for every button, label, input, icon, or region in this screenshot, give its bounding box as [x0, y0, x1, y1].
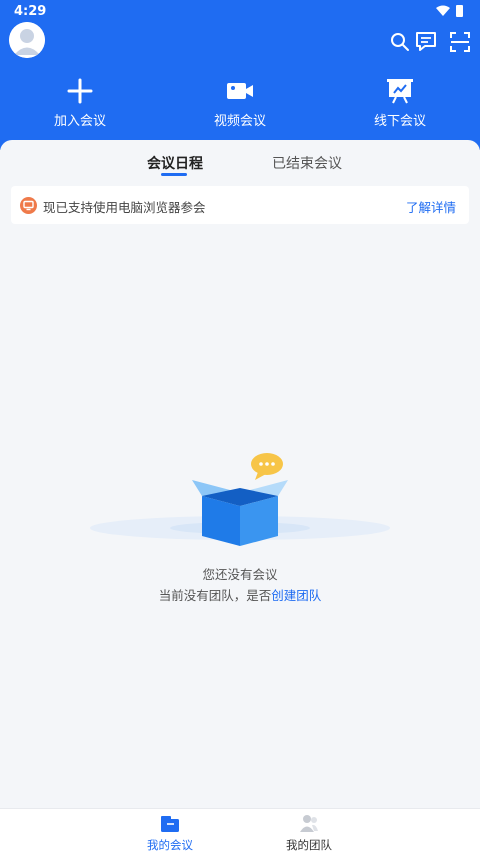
nav-my-team-label: 我的团队 — [286, 838, 332, 852]
join-meeting-button[interactable]: 加入会议 — [25, 78, 135, 130]
nav-my-meetings-label: 我的会议 — [147, 838, 193, 852]
nav-my-meetings[interactable]: 我的会议 — [125, 809, 215, 854]
app-header: 4:29 加入会议 视频会议 线下会议 — [0, 0, 480, 150]
message-icon[interactable] — [414, 30, 438, 54]
learn-more-link[interactable]: 了解详情 — [406, 197, 456, 216]
video-camera-icon — [227, 83, 253, 99]
empty-state-subtitle-text: 当前没有团队，是否 — [158, 588, 272, 603]
empty-state-subtitle: 当前没有团队，是否创建团队 — [0, 585, 480, 604]
tab-ended-meetings[interactable]: 已结束会议 — [272, 153, 342, 173]
browser-notice-banner: 现已支持使用电脑浏览器参会 了解详情 — [11, 186, 469, 224]
search-icon[interactable] — [388, 30, 412, 54]
bottom-navigation: 我的会议 我的团队 — [0, 808, 480, 854]
quick-actions: 加入会议 视频会议 线下会议 — [0, 78, 480, 130]
tab-meeting-schedule[interactable]: 会议日程 — [147, 153, 203, 173]
scan-icon[interactable] — [448, 30, 472, 54]
empty-box-illustration — [90, 453, 390, 546]
video-meeting-button[interactable]: 视频会议 — [185, 78, 295, 130]
status-bar: 4:29 — [0, 0, 480, 22]
active-tab-indicator — [161, 173, 187, 176]
empty-state-title: 您还没有会议 — [202, 567, 278, 582]
team-icon — [300, 815, 318, 832]
meeting-panel: 会议日程 已结束会议 现已支持使用电脑浏览器参会 了解详情 您还没有会议 当前没… — [0, 140, 480, 854]
avatar[interactable] — [9, 22, 45, 58]
status-time: 4:29 — [14, 4, 47, 19]
meeting-tabs: 会议日程 已结束会议 — [0, 140, 480, 184]
user-silhouette-icon — [9, 22, 45, 58]
offline-meeting-button[interactable]: 线下会议 — [345, 78, 455, 130]
presentation-board-icon — [387, 79, 413, 104]
offline-meeting-label: 线下会议 — [373, 114, 426, 129]
nav-my-team[interactable]: 我的团队 — [264, 809, 354, 854]
battery-icon — [456, 5, 463, 17]
video-meeting-label: 视频会议 — [213, 114, 266, 129]
create-team-link[interactable]: 创建团队 — [271, 588, 321, 603]
notice-text: 现已支持使用电脑浏览器参会 — [43, 200, 206, 215]
wifi-icon — [436, 5, 450, 16]
monitor-icon — [20, 197, 37, 214]
system-status-icons — [436, 5, 463, 17]
join-meeting-label: 加入会议 — [53, 114, 106, 129]
plus-icon — [67, 78, 93, 104]
meetings-folder-icon — [161, 816, 179, 832]
